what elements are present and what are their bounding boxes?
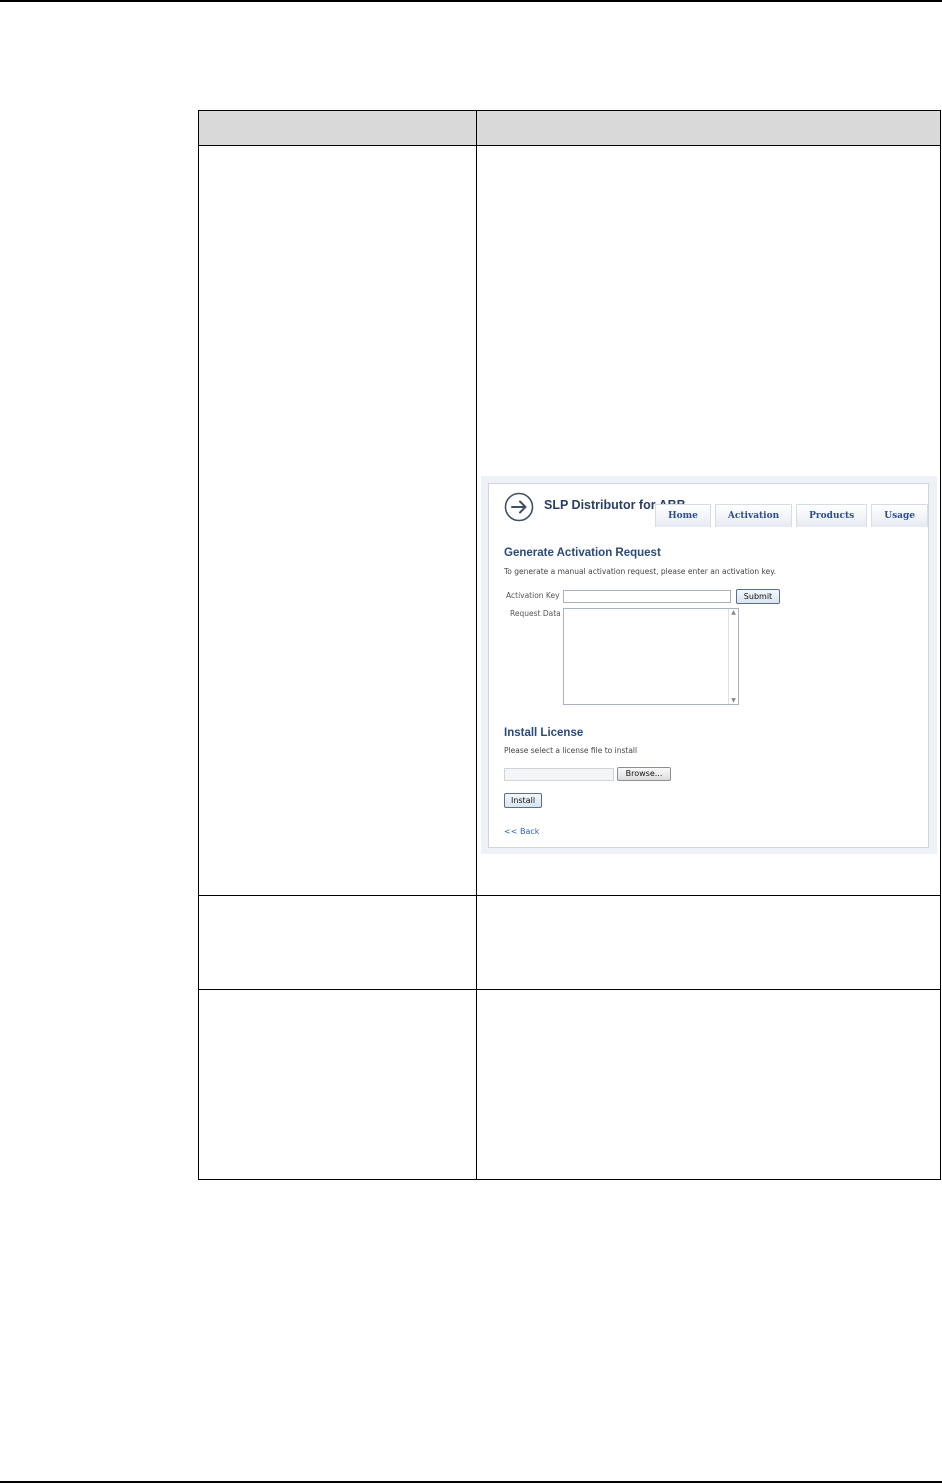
table-row: SLP Distributor for ABB Home Activation … (198, 145, 941, 896)
textarea-scrollbar[interactable]: ▲ ▼ (728, 609, 738, 704)
install-heading: Install License (504, 727, 584, 739)
table-cell-left (198, 895, 477, 990)
nav-bar: Home Activation Products Usage (655, 504, 928, 527)
table-cell-left (198, 989, 477, 1180)
back-link[interactable]: << Back (504, 827, 539, 836)
activation-key-input[interactable] (563, 590, 731, 603)
header-cell-left (198, 110, 477, 146)
license-file-input[interactable] (504, 768, 614, 781)
footer-rule (0, 1481, 942, 1483)
tab-usage[interactable]: Usage (871, 504, 928, 527)
submit-button[interactable]: Submit (736, 589, 780, 604)
procedure-table: SLP Distributor for ABB Home Activation … (198, 110, 941, 1180)
scroll-up-icon[interactable]: ▲ (729, 609, 738, 616)
install-button[interactable]: Install (504, 793, 542, 808)
tab-home[interactable]: Home (655, 504, 711, 527)
tab-activation[interactable]: Activation (714, 504, 793, 527)
table-cell-right (476, 895, 941, 990)
generate-instruction: To generate a manual activation request,… (504, 567, 776, 576)
table-row (198, 989, 941, 1180)
activation-key-label: Activation Key (506, 591, 560, 600)
app-window: SLP Distributor for ABB Home Activation … (488, 483, 929, 848)
table-row (198, 895, 941, 990)
table-cell-right: SLP Distributor for ABB Home Activation … (476, 145, 941, 896)
table-header-row (198, 110, 941, 146)
arrow-circle-icon (504, 492, 534, 522)
request-data-label: Request Data (510, 609, 561, 618)
browse-button[interactable]: Browse... (617, 767, 671, 781)
activation-screenshot: SLP Distributor for ABB Home Activation … (481, 476, 937, 854)
tab-products[interactable]: Products (796, 504, 868, 527)
header-rule (0, 0, 942, 2)
header-cell-right (476, 110, 941, 146)
install-instruction: Please select a license file to install (504, 746, 638, 755)
generate-heading: Generate Activation Request (504, 547, 661, 559)
table-cell-left (198, 145, 477, 896)
table-cell-right (476, 989, 941, 1180)
request-data-textarea[interactable]: ▲ ▼ (563, 608, 739, 705)
scroll-down-icon[interactable]: ▼ (729, 697, 738, 704)
